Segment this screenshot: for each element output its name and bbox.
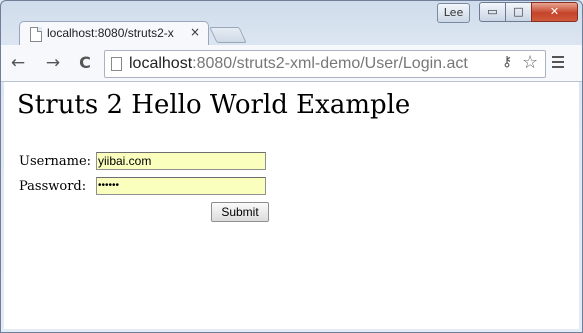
url-host: localhost [129,55,193,72]
address-bar[interactable]: localhost:8080/struts2-xml-demo/User/Log… [104,50,546,78]
profile-badge[interactable]: Lee [437,3,470,23]
tab-title: localhost:8080/struts2-x [47,26,174,40]
maximize-button[interactable]: □ [505,2,532,22]
password-label: Password: [19,179,87,194]
minimize-button[interactable]: ▭ [479,2,506,22]
page-content: Struts 2 Hello World Example Username: y… [4,82,579,329]
page-icon [111,57,122,71]
menu-icon[interactable] [552,56,564,68]
tab-close-icon[interactable]: × [190,25,200,39]
new-tab-button[interactable] [209,27,247,43]
page-icon [30,27,42,42]
submit-button[interactable]: Submit [211,202,269,222]
bookmark-star-icon[interactable]: ☆ [522,52,538,73]
back-icon[interactable]: ← [7,52,29,74]
username-label: Username: [19,154,92,169]
close-window-button[interactable]: ✕ [531,2,578,22]
key-icon[interactable]: ⚷ [502,54,512,70]
reload-icon[interactable]: C [74,52,96,74]
browser-toolbar: ← → C localhost:8080/struts2-xml-demo/Us… [1,45,582,82]
browser-tab[interactable]: localhost:8080/struts2-x × [19,21,209,46]
url-text[interactable]: localhost:8080/struts2-xml-demo/User/Log… [129,54,499,74]
page-title: Struts 2 Hello World Example [17,90,411,120]
url-path: :8080/struts2-xml-demo/User/Login.act [192,55,468,72]
browser-window: Lee ▭ □ ✕ localhost:8080/struts2-x × ← →… [0,0,583,333]
username-field[interactable]: yiibai.com [96,152,266,170]
password-field[interactable]: •••••• [96,177,266,195]
forward-icon[interactable]: → [42,52,64,74]
